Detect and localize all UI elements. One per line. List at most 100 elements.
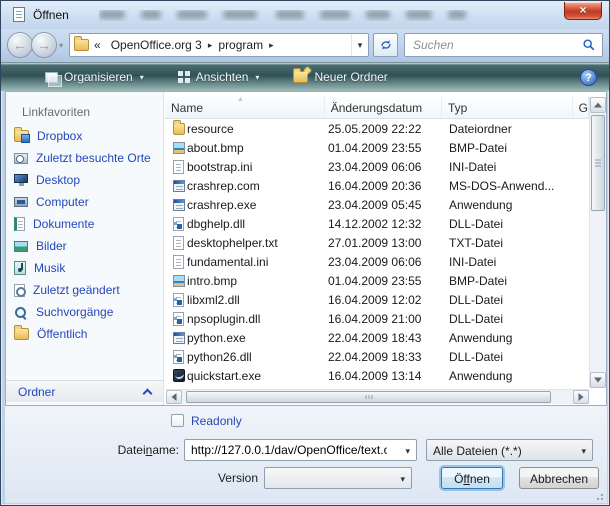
column-header-name[interactable]: Name ▲ <box>165 97 325 118</box>
file-type: BMP-Datei <box>443 274 589 288</box>
file-type: Dateiordner <box>443 122 589 136</box>
file-row[interactable]: quickstart.exe 16.04.2009 13:14 Anwendun… <box>165 366 589 385</box>
address-dropdown-icon[interactable]: ▾ <box>351 34 368 56</box>
scroll-down-button[interactable] <box>590 372 606 388</box>
back-button[interactable]: ← <box>7 32 33 58</box>
file-row[interactable]: bootstrap.ini 23.04.2009 06:06 INI-Datei <box>165 157 589 176</box>
favorites-list: Dropbox Zuletzt besuchte Orte Desktop <box>6 125 163 345</box>
application-icon <box>173 199 185 211</box>
breadcrumb-overflow[interactable]: « <box>89 38 106 52</box>
file-row[interactable]: about.bmp 01.04.2009 23:55 BMP-Datei <box>165 138 589 157</box>
folders-expander[interactable]: Ordner <box>6 380 163 402</box>
file-name: python.exe <box>185 331 322 345</box>
file-name: desktophelper.txt <box>185 236 322 250</box>
sidebar-item[interactable]: Bilder <box>6 235 163 257</box>
titlebar[interactable]: Öffnen × <box>1 1 610 29</box>
file-date: 25.05.2009 22:22 <box>322 122 443 136</box>
sidebar-item[interactable]: Zuletzt besuchte Orte <box>6 147 163 169</box>
refresh-button[interactable] <box>373 33 398 57</box>
background-window-menu-blur <box>99 10 541 21</box>
close-button[interactable]: × <box>564 2 602 20</box>
file-type: MS-DOS-Anwend... <box>443 179 589 193</box>
sidebar-item[interactable]: Suchvorgänge <box>6 301 163 323</box>
address-breadcrumb[interactable]: « OpenOffice.org 3 ▸ program ▸ ▾ <box>69 33 369 57</box>
command-toolbar: Organisieren ▾ Ansichten ▾ Neuer Ordner … <box>1 62 610 91</box>
column-header-size[interactable]: G <box>573 97 589 118</box>
forward-button[interactable]: → <box>31 32 57 58</box>
sidebar-item[interactable]: Dokumente <box>6 213 163 235</box>
history-dropdown-icon[interactable]: ▾ <box>59 41 63 50</box>
sidebar-item[interactable]: Musik <box>6 257 163 279</box>
sidebar-item[interactable]: Computer <box>6 191 163 213</box>
file-name: libxml2.dll <box>185 293 322 307</box>
version-combobox[interactable]: ▾ <box>264 467 412 489</box>
sidebar-item[interactable]: Desktop <box>6 169 163 191</box>
ini-file-icon <box>173 160 184 174</box>
refresh-icon <box>379 38 393 52</box>
vertical-scroll-thumb[interactable] <box>591 115 605 211</box>
file-rows: resource 25.05.2009 22:22 Dateiordner ab… <box>165 119 589 385</box>
file-row[interactable]: crashrep.exe 23.04.2009 05:45 Anwendung <box>165 195 589 214</box>
scroll-right-button[interactable] <box>573 390 589 404</box>
file-name: intro.bmp <box>185 274 322 288</box>
resize-grip[interactable] <box>594 491 604 501</box>
cancel-button[interactable]: Abbrechen <box>519 467 599 489</box>
dll-file-icon <box>173 293 184 307</box>
dll-file-icon <box>173 217 184 231</box>
sidebar-item[interactable]: Öffentlich <box>6 323 163 345</box>
file-row[interactable]: npsoplugin.dll 16.04.2009 21:00 DLL-Date… <box>165 309 589 328</box>
file-row[interactable]: resource 25.05.2009 22:22 Dateiordner <box>165 119 589 138</box>
file-name: fundamental.ini <box>185 255 322 269</box>
organize-menu-button[interactable]: Organisieren ▾ <box>37 66 152 88</box>
horizontal-scroll-thumb[interactable] <box>186 391 551 403</box>
breadcrumb-item[interactable]: OpenOffice.org 3 <box>106 38 207 52</box>
sidebar-item-label: Öffentlich <box>37 327 87 341</box>
file-row[interactable]: intro.bmp 01.04.2009 23:55 BMP-Datei <box>165 271 589 290</box>
application-icon <box>173 180 185 192</box>
horizontal-scrollbar[interactable] <box>166 389 589 404</box>
readonly-checkbox[interactable] <box>171 414 184 427</box>
recent-changed-icon <box>14 284 25 297</box>
file-name: quickstart.exe <box>185 369 322 383</box>
column-header-type[interactable]: Typ <box>442 97 573 118</box>
computer-icon <box>14 197 28 207</box>
chevron-right-icon[interactable]: ▸ <box>268 40 275 51</box>
sidebar-item-label: Dropbox <box>37 129 82 143</box>
caret-down-icon[interactable]: ▾ <box>405 446 410 457</box>
file-row[interactable]: crashrep.com 16.04.2009 20:36 MS-DOS-Anw… <box>165 176 589 195</box>
filetype-combobox[interactable]: Alle Dateien (*.*) ▾ <box>426 439 593 461</box>
breadcrumb-item[interactable]: program <box>213 38 268 52</box>
sidebar-item[interactable]: Dropbox <box>6 125 163 147</box>
views-menu-button[interactable]: Ansichten ▾ <box>170 66 268 88</box>
file-type: INI-Datei <box>443 160 589 174</box>
open-button[interactable]: Öffnen <box>441 467 503 489</box>
column-header-date[interactable]: Änderungsdatum <box>325 97 442 118</box>
sidebar-item-label: Dokumente <box>33 217 94 231</box>
file-row[interactable]: python.exe 22.04.2009 18:43 Anwendung <box>165 328 589 347</box>
column-headers: Name ▲ Änderungsdatum Typ G <box>165 97 589 119</box>
filename-input[interactable] <box>189 442 389 458</box>
sidebar-item-label: Computer <box>36 195 89 209</box>
folders-label: Ordner <box>18 385 55 399</box>
vertical-scrollbar[interactable] <box>589 97 606 388</box>
file-row[interactable]: python26.dll 22.04.2009 18:33 DLL-Datei <box>165 347 589 366</box>
file-row[interactable]: dbghelp.dll 14.12.2002 12:32 DLL-Datei <box>165 214 589 233</box>
readonly-label: Readonly <box>191 414 242 428</box>
file-type: Anwendung <box>443 331 589 345</box>
file-row[interactable]: libxml2.dll 16.04.2009 12:02 DLL-Datei <box>165 290 589 309</box>
file-type: BMP-Datei <box>443 141 589 155</box>
new-folder-button[interactable]: Neuer Ordner <box>285 66 395 88</box>
file-row[interactable]: fundamental.ini 23.04.2009 06:06 INI-Dat… <box>165 252 589 271</box>
file-type: DLL-Datei <box>443 293 589 307</box>
search-box[interactable] <box>404 33 603 57</box>
file-row[interactable]: desktophelper.txt 27.01.2009 13:00 TXT-D… <box>165 233 589 252</box>
sidebar-item[interactable]: Zuletzt geändert <box>6 279 163 301</box>
sidebar-item-label: Musik <box>34 261 65 275</box>
scroll-left-button[interactable] <box>166 390 182 404</box>
documents-icon <box>14 217 25 231</box>
search-input[interactable] <box>411 36 571 54</box>
filename-combobox[interactable]: ▾ <box>184 439 417 461</box>
sidebar-item-label: Bilder <box>36 239 67 253</box>
scroll-up-button[interactable] <box>590 97 606 113</box>
help-button[interactable]: ? <box>580 69 597 86</box>
